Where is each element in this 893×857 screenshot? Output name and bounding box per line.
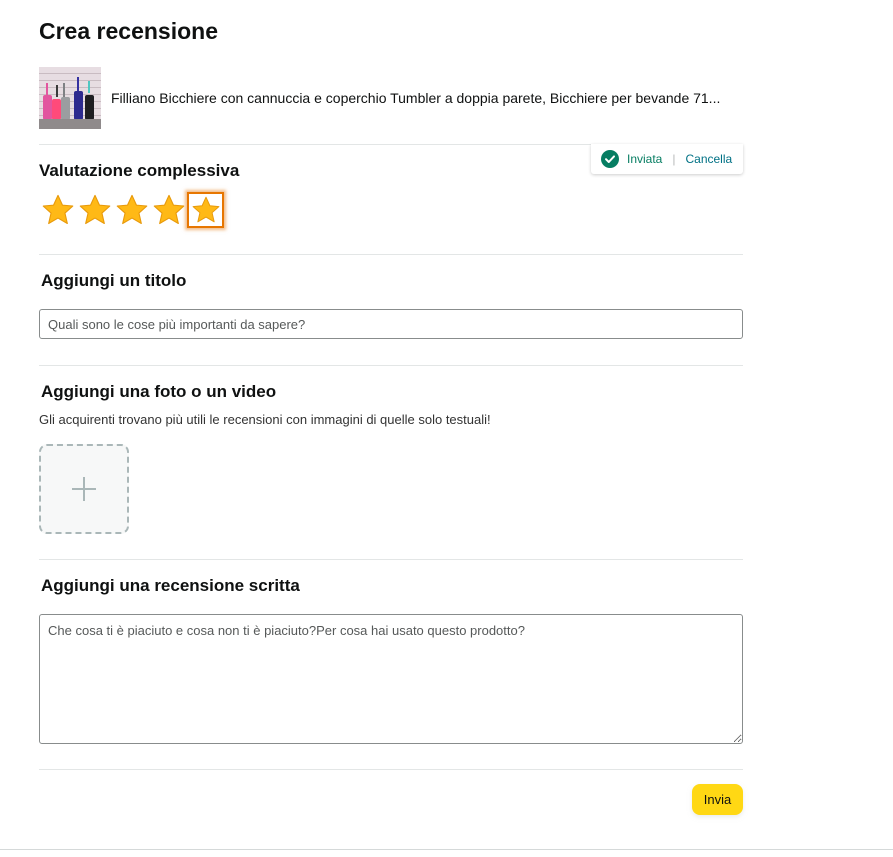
title-heading: Aggiungi un titolo [41, 271, 187, 290]
star-icon-3[interactable] [113, 192, 150, 228]
submit-button[interactable]: Invia [692, 784, 743, 815]
star-icon-4[interactable] [150, 192, 187, 228]
rating-status-popover: Inviata | Cancella [591, 144, 743, 174]
divider [39, 769, 743, 770]
star-icon-1[interactable] [39, 192, 76, 228]
product-name[interactable]: Filliano Bicchiere con cannuccia e coper… [111, 88, 720, 108]
rating-heading: Valutazione complessiva [39, 161, 240, 180]
status-separator: | [672, 152, 676, 166]
cancel-link[interactable]: Cancella [685, 152, 732, 166]
page-bottom-border [0, 849, 893, 850]
star-icon-5[interactable] [187, 192, 224, 228]
status-label: Inviata [627, 152, 663, 166]
media-heading: Aggiungi una foto o un video [41, 382, 277, 401]
check-circle-icon [601, 150, 619, 168]
written-review-heading: Aggiungi una recensione scritta [41, 576, 300, 595]
product-summary: Filliano Bicchiere con cannuccia e coper… [39, 67, 720, 129]
product-thumbnail [39, 67, 101, 129]
star-rating [39, 192, 224, 228]
star-icon-2[interactable] [76, 192, 113, 228]
review-title-input[interactable] [39, 309, 743, 339]
divider [39, 559, 743, 560]
divider [39, 365, 743, 366]
plus-icon [72, 477, 96, 501]
review-text-area[interactable] [39, 614, 743, 744]
divider [39, 254, 743, 255]
media-helper-text: Gli acquirenti trovano più utili le rece… [39, 412, 491, 427]
media-upload-button[interactable] [39, 444, 129, 534]
page-title: Crea recensione [39, 18, 218, 44]
